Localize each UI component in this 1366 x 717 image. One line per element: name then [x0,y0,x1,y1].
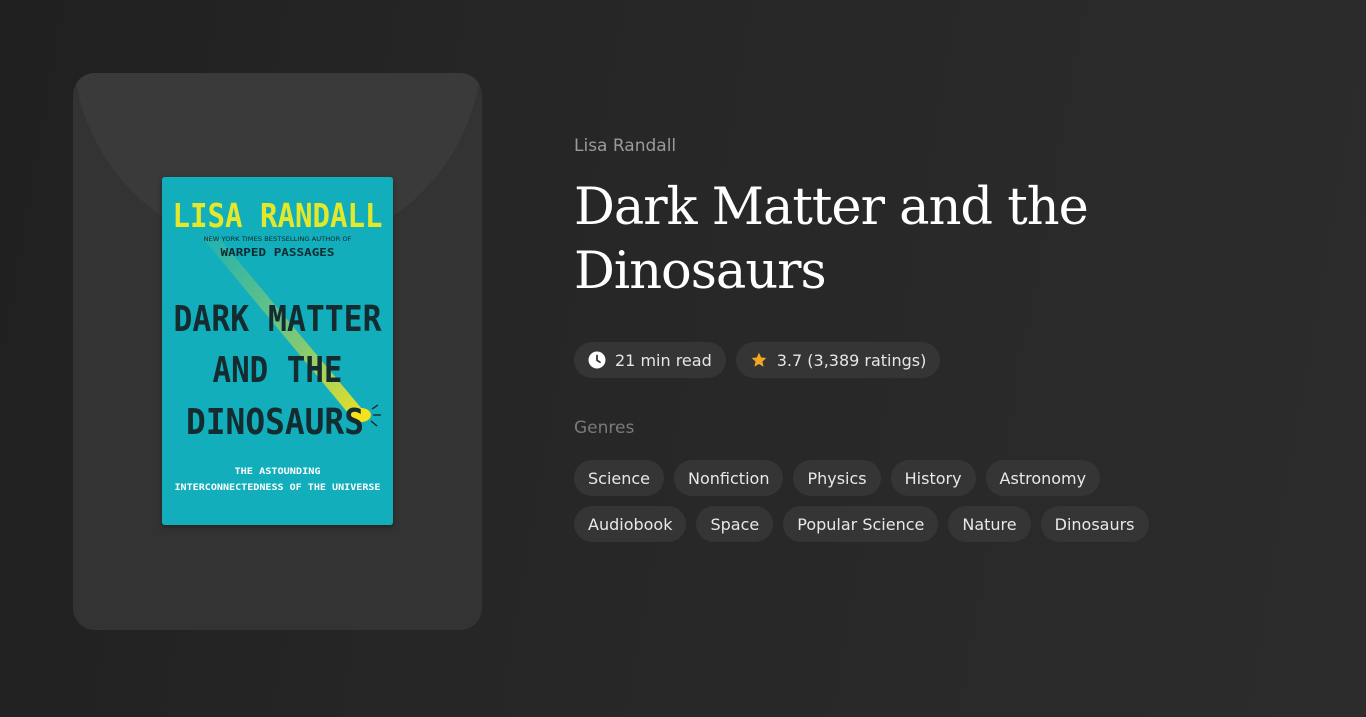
genre-list: Science Nonfiction Physics History Astro… [574,460,1214,542]
genre-chip-astronomy[interactable]: Astronomy [985,460,1101,496]
genre-chip-popular-science[interactable]: Popular Science [783,506,939,542]
genre-chip-dinosaurs[interactable]: Dinosaurs [1040,506,1149,542]
book-title: Dark Matter and the Dinosaurs [574,178,1089,301]
read-time-text: 21 min read [615,350,712,370]
cover-subtitle-line-1: THE ASTOUNDING [235,467,321,477]
genre-chip-audiobook[interactable]: Audiobook [574,506,687,542]
genre-chip-history[interactable]: History [890,460,976,496]
star-icon [750,351,768,369]
cover-previous-book-text: WARPED PASSAGES [221,246,335,259]
book-cover-panel: LISA RANDALL NEW YORK TIMES BESTSELLING … [73,73,482,630]
rating-badge: 3.7 (3,389 ratings) [735,342,941,378]
genre-chip-nature[interactable]: Nature [948,506,1031,542]
cover-subtitle-line-2: INTERCONNECTEDNESS OF THE UNIVERSE [175,483,381,493]
book-meta-row: 21 min read 3.7 (3,389 ratings) [574,342,941,378]
genre-chip-nonfiction[interactable]: Nonfiction [674,460,784,496]
book-cover-image: LISA RANDALL NEW YORK TIMES BESTSELLING … [162,177,393,525]
read-time-badge: 21 min read [574,342,726,378]
cover-title-line-2: AND THE [213,350,343,391]
author-name[interactable]: Lisa Randall [574,136,676,156]
genre-chip-science[interactable]: Science [574,460,665,496]
cover-author-text: LISA RANDALL [173,196,383,235]
cover-title-line-1: DARK MATTER [174,299,382,340]
genre-chip-physics[interactable]: Physics [793,460,881,496]
book-cover-art: LISA RANDALL NEW YORK TIMES BESTSELLING … [162,177,393,525]
cover-tagline-text: NEW YORK TIMES BESTSELLING AUTHOR OF [204,236,353,243]
genre-chip-space[interactable]: Space [696,506,774,542]
genres-heading: Genres [574,418,635,438]
clock-icon [588,351,606,369]
rating-text: 3.7 (3,389 ratings) [776,350,927,370]
cover-title-line-3: DINOSAURS [186,402,364,443]
